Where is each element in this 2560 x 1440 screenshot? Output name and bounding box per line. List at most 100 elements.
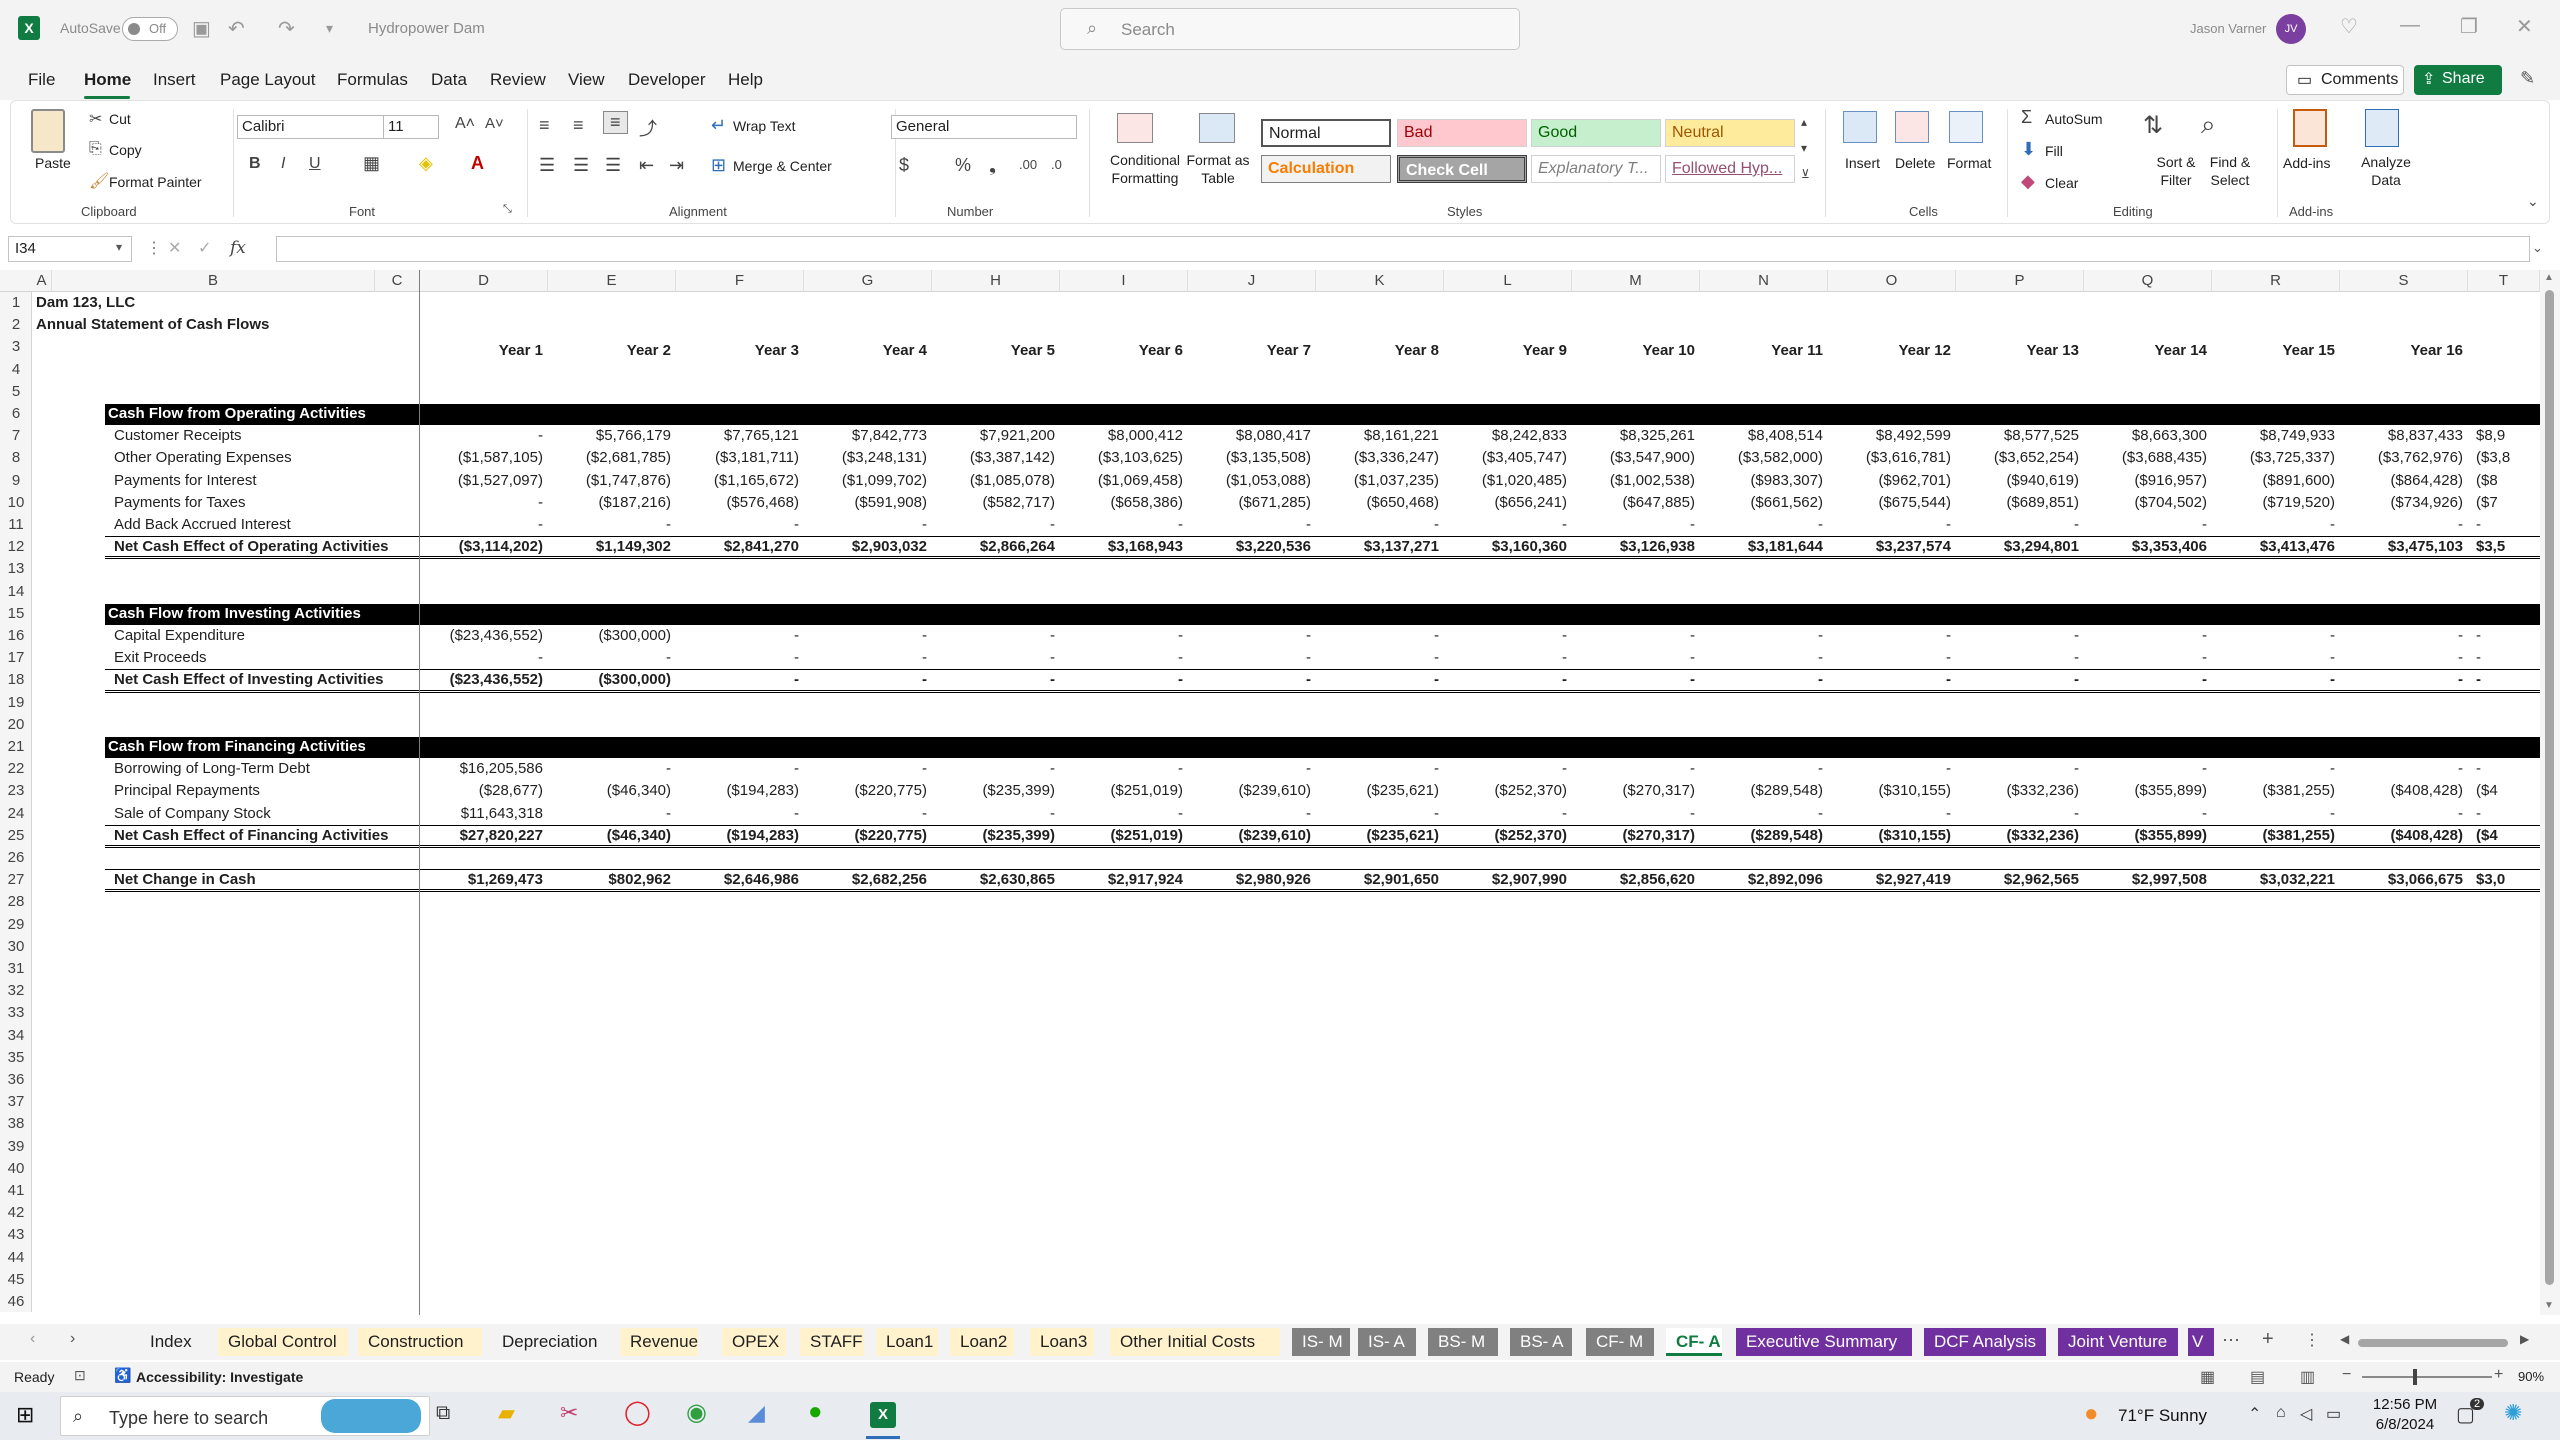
add-ins-icon[interactable]	[2293, 109, 2327, 147]
row-header[interactable]: 12	[0, 536, 32, 558]
tab-page-layout[interactable]: Page Layout	[220, 70, 315, 90]
value-cell[interactable]: ($1,587,105)	[420, 447, 543, 469]
value-cell[interactable]: -	[1956, 647, 2079, 669]
redo-icon[interactable]: ↷	[278, 16, 295, 41]
vertical-scrollbar[interactable]: ▲ ▼	[2540, 270, 2560, 1315]
value-cell[interactable]: -	[1060, 625, 1183, 647]
bottom-align-icon[interactable]: ≡	[603, 111, 628, 134]
avatar[interactable]: JV	[2276, 14, 2306, 44]
autosum-icon[interactable]: Σ	[2021, 107, 2032, 128]
value-cell[interactable]: ($1,747,876)	[548, 470, 671, 492]
value-cell[interactable]: $2,646,986	[676, 869, 799, 891]
value-cell[interactable]: ($1,527,097)	[420, 470, 543, 492]
column-header-j[interactable]: J	[1188, 270, 1316, 292]
row-header[interactable]: 7	[0, 425, 32, 447]
value-cell[interactable]: -	[932, 758, 1055, 780]
task-view-icon[interactable]: ⧉	[436, 1402, 450, 1425]
value-cell[interactable]: $8,000,412	[1060, 425, 1183, 447]
row-header[interactable]: 24	[0, 803, 32, 825]
comments-button[interactable]: ▭ Comments	[2286, 65, 2404, 95]
eraser-icon[interactable]: ◆	[2021, 171, 2035, 192]
value-cell[interactable]: ($591,908)	[804, 492, 927, 514]
formula-input[interactable]	[276, 236, 2530, 262]
value-cell[interactable]: ($194,283)	[676, 825, 799, 847]
value-cell[interactable]: ($891,600)	[2212, 470, 2335, 492]
value-cell[interactable]: -	[2340, 514, 2463, 536]
value-cell[interactable]: ($3,336,247)	[1316, 447, 1439, 469]
pen-icon[interactable]: ✎	[2520, 68, 2535, 89]
value-cell[interactable]: ($252,370)	[1444, 825, 1567, 847]
value-cell[interactable]: -	[2340, 669, 2463, 691]
value-cell[interactable]: -	[1700, 647, 1823, 669]
taskbar-search[interactable]: ⌕ Type here to search	[60, 1396, 430, 1436]
value-cell[interactable]: -	[1316, 669, 1439, 691]
line-item-label[interactable]: Add Back Accrued Interest	[114, 514, 291, 536]
value-cell[interactable]: ($3,135,508)	[1188, 447, 1311, 469]
orientation-icon[interactable]: ⤴	[639, 115, 657, 141]
year-header[interactable]: Year 2	[548, 340, 671, 362]
file-explorer-icon[interactable]: ▰	[498, 1400, 515, 1426]
cancel-icon[interactable]: ✕	[168, 238, 181, 258]
copy-button[interactable]: Copy	[109, 142, 142, 158]
wrap-text-button[interactable]: Wrap Text	[733, 118, 796, 134]
page-break-view-icon[interactable]: ▥	[2300, 1367, 2315, 1387]
sheet-tab[interactable]: Loan3	[1030, 1328, 1094, 1356]
value-cell[interactable]: $7,842,773	[804, 425, 927, 447]
find-select-button[interactable]: Find & Select	[2195, 153, 2265, 189]
delete-cells-icon[interactable]	[1895, 111, 1929, 143]
value-cell[interactable]: -	[548, 647, 671, 669]
lightbulb-icon[interactable]: ♡	[2340, 14, 2358, 39]
year-header[interactable]: Year 12	[1828, 340, 1951, 362]
display-icon[interactable]: ▭	[2326, 1404, 2341, 1424]
row-header[interactable]: 3	[0, 336, 32, 358]
column-header-i[interactable]: I	[1060, 270, 1188, 292]
total-label[interactable]: Net Cash Effect of Investing Activities	[114, 669, 384, 691]
value-cell[interactable]: -	[2476, 514, 2546, 536]
value-cell[interactable]: -	[2084, 803, 2207, 825]
shrink-font-icon[interactable]: A˅	[485, 115, 504, 132]
value-cell[interactable]: -	[1444, 669, 1567, 691]
value-cell[interactable]: -	[1188, 514, 1311, 536]
value-cell[interactable]: ($1,037,235)	[1316, 470, 1439, 492]
column-header-d[interactable]: D	[420, 270, 548, 292]
style-followed-hyperlink[interactable]: Followed Hyp...	[1665, 155, 1795, 183]
currency-icon[interactable]: $	[899, 155, 909, 176]
value-cell[interactable]: ($576,468)	[676, 492, 799, 514]
value-cell[interactable]: -	[932, 625, 1055, 647]
value-cell[interactable]: -	[2084, 514, 2207, 536]
value-cell[interactable]: ($8	[2476, 470, 2546, 492]
year-header[interactable]: Year 9	[1444, 340, 1567, 362]
sheet-tab[interactable]: Revenue	[620, 1328, 698, 1356]
value-cell[interactable]: ($3,405,747)	[1444, 447, 1567, 469]
row-header[interactable]: 26	[0, 847, 32, 869]
value-cell[interactable]: $8,9	[2476, 425, 2546, 447]
value-cell[interactable]: $3,168,943	[1060, 536, 1183, 558]
column-header-o[interactable]: O	[1828, 270, 1956, 292]
row-header[interactable]: 28	[0, 891, 32, 913]
row-header[interactable]: 37	[0, 1091, 32, 1113]
value-cell[interactable]: -	[1188, 758, 1311, 780]
value-cell[interactable]: $3,137,271	[1316, 536, 1439, 558]
value-cell[interactable]: ($3,181,711)	[676, 447, 799, 469]
year-header[interactable]: Year 16	[2340, 340, 2463, 362]
excel-taskbar-icon[interactable]: X	[870, 1402, 896, 1428]
show-hidden-icons-icon[interactable]: ⌃	[2248, 1404, 2261, 1424]
value-cell[interactable]: ($864,428)	[2340, 470, 2463, 492]
value-cell[interactable]: -	[2476, 758, 2546, 780]
value-cell[interactable]: -	[1828, 803, 1951, 825]
user-name[interactable]: Jason Varner	[2190, 21, 2266, 36]
app-icon[interactable]: ◢	[748, 1400, 765, 1426]
windows-start-icon[interactable]: ⊞	[16, 1402, 34, 1428]
year-header[interactable]: Year 6	[1060, 340, 1183, 362]
clock-time[interactable]: 12:56 PM	[2370, 1396, 2440, 1413]
snipping-tool-icon[interactable]: ✂	[560, 1400, 578, 1426]
value-cell[interactable]: -	[1572, 514, 1695, 536]
value-cell[interactable]: -	[676, 669, 799, 691]
worksheet-grid[interactable]: ABCDEFGHIJKLMNOPQRST 1 2 3 4 5 6 7 8 9 10 11 12 13 14…	[0, 270, 2560, 1315]
increase-indent-icon[interactable]: ⇥	[669, 155, 684, 176]
year-header[interactable]: Year 5	[932, 340, 1055, 362]
row-header[interactable]: 45	[0, 1269, 32, 1291]
value-cell[interactable]: ($3,8	[2476, 447, 2546, 469]
weather-icon[interactable]: ●	[2084, 1400, 2099, 1428]
column-header-q[interactable]: Q	[2084, 270, 2212, 292]
